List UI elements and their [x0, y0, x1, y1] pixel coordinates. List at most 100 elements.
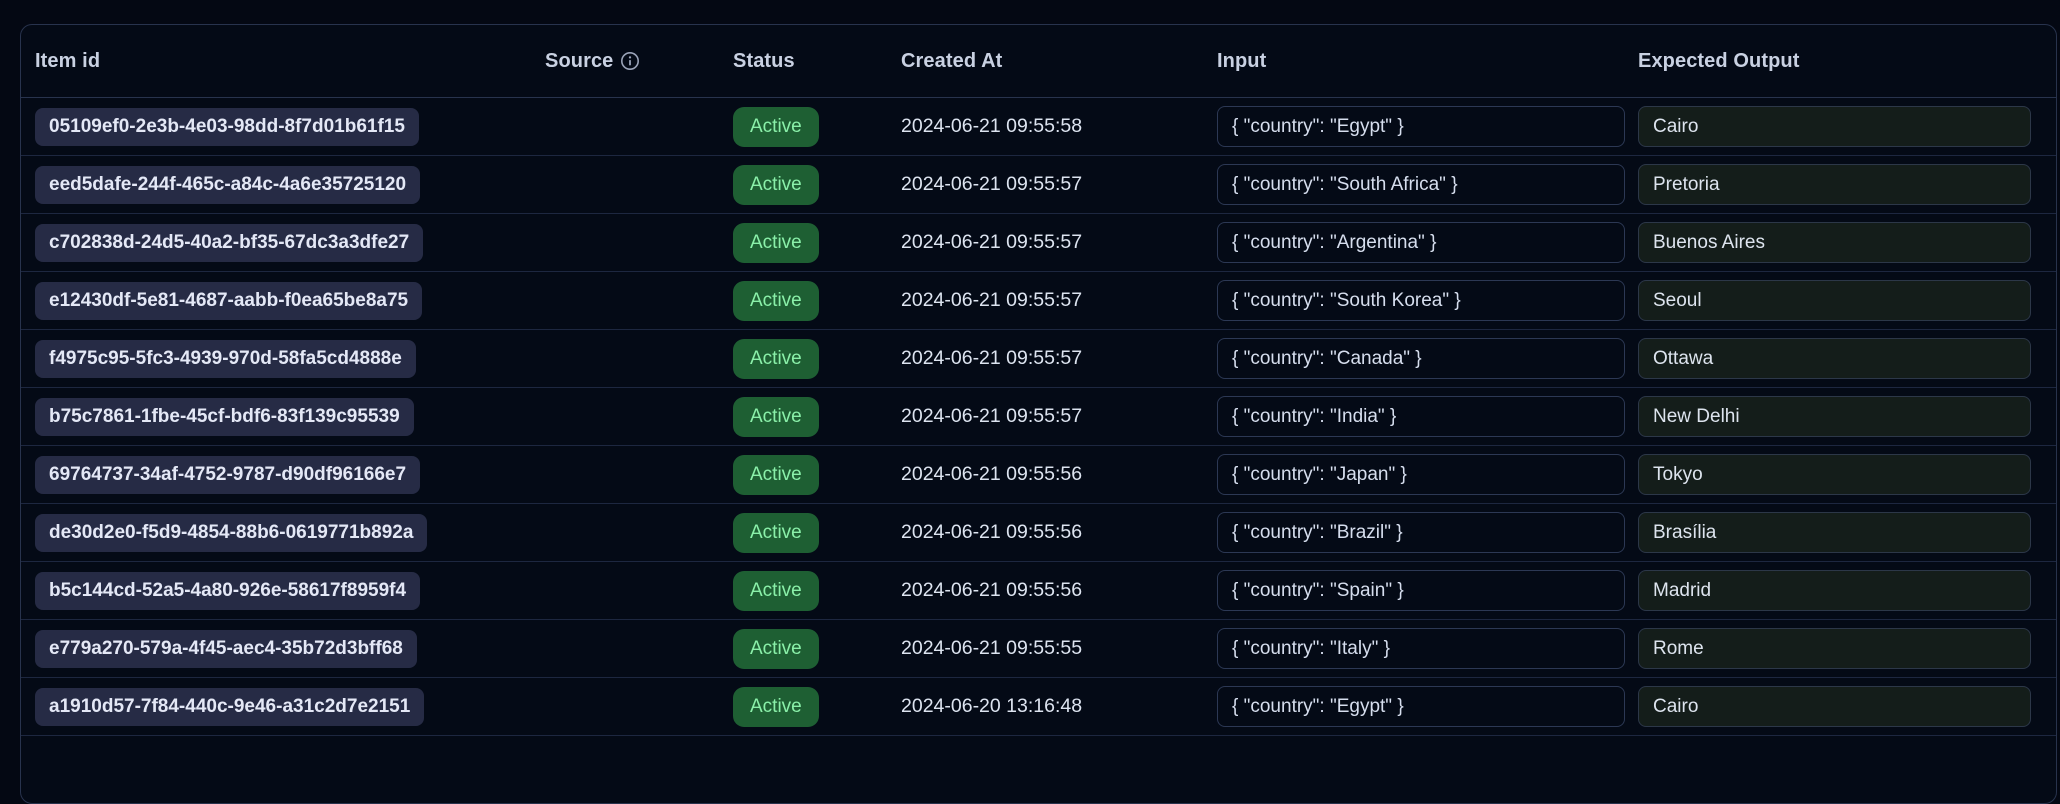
input-value-box[interactable]: { "country": "Egypt" } [1217, 686, 1625, 727]
created-at-cell: 2024-06-20 13:16:48 [901, 695, 1217, 718]
item-id-pill[interactable]: b75c7861-1fbe-45cf-bdf6-83f139c95539 [35, 398, 414, 436]
input-value-box[interactable]: { "country": "South Korea" } [1217, 280, 1625, 321]
created-at-value: 2024-06-21 09:55:56 [901, 579, 1082, 602]
expected-output-cell: Cairo [1638, 686, 2044, 727]
input-value-box[interactable]: { "country": "Spain" } [1217, 570, 1625, 611]
created-at-cell: 2024-06-21 09:55:57 [901, 405, 1217, 428]
input-value-box[interactable]: { "country": "Canada" } [1217, 338, 1625, 379]
expected-output-cell: Buenos Aires [1638, 222, 2044, 263]
status-badge: Active [733, 281, 819, 321]
table-row[interactable]: 69764737-34af-4752-9787-d90df96166e7 Act… [21, 446, 2056, 504]
input-cell: { "country": "Japan" } [1217, 454, 1638, 495]
table-row[interactable]: 05109ef0-2e3b-4e03-98dd-8f7d01b61f15 Act… [21, 98, 2056, 156]
item-id-pill[interactable]: e779a270-579a-4f45-aec4-35b72d3bff68 [35, 630, 417, 668]
status-cell: Active [733, 571, 901, 611]
item-id-pill[interactable]: c702838d-24d5-40a2-bf35-67dc3a3dfe27 [35, 224, 423, 262]
item-id-cell: eed5dafe-244f-465c-a84c-4a6e35725120 [35, 166, 545, 204]
created-at-cell: 2024-06-21 09:55:57 [901, 231, 1217, 254]
table-row[interactable]: a1910d57-7f84-440c-9e46-a31c2d7e2151 Act… [21, 678, 2056, 736]
input-cell: { "country": "Italy" } [1217, 628, 1638, 669]
status-cell: Active [733, 107, 901, 147]
input-value-box[interactable]: { "country": "Brazil" } [1217, 512, 1625, 553]
item-id-pill[interactable]: 69764737-34af-4752-9787-d90df96166e7 [35, 456, 420, 494]
created-at-cell: 2024-06-21 09:55:56 [901, 463, 1217, 486]
created-at-cell: 2024-06-21 09:55:57 [901, 347, 1217, 370]
expected-output-value-box[interactable]: Pretoria [1638, 164, 2031, 205]
column-header-input[interactable]: Input [1217, 50, 1638, 73]
expected-output-value-box[interactable]: New Delhi [1638, 396, 2031, 437]
item-id-pill[interactable]: f4975c95-5fc3-4939-970d-58fa5cd4888e [35, 340, 416, 378]
expected-output-value-box[interactable]: Ottawa [1638, 338, 2031, 379]
status-badge: Active [733, 165, 819, 205]
created-at-value: 2024-06-20 13:16:48 [901, 695, 1082, 718]
input-cell: { "country": "India" } [1217, 396, 1638, 437]
expected-output-value-box[interactable]: Brasília [1638, 512, 2031, 553]
input-cell: { "country": "Brazil" } [1217, 512, 1638, 553]
table-row[interactable]: f4975c95-5fc3-4939-970d-58fa5cd4888e Act… [21, 330, 2056, 388]
table-row[interactable]: b75c7861-1fbe-45cf-bdf6-83f139c95539 Act… [21, 388, 2056, 446]
item-id-cell: de30d2e0-f5d9-4854-88b6-0619771b892a [35, 514, 545, 552]
column-header-item-id[interactable]: Item id [35, 50, 545, 73]
status-badge: Active [733, 455, 819, 495]
status-badge: Active [733, 687, 819, 727]
expected-output-cell: New Delhi [1638, 396, 2044, 437]
item-id-cell: b75c7861-1fbe-45cf-bdf6-83f139c95539 [35, 398, 545, 436]
table-row[interactable]: b5c144cd-52a5-4a80-926e-58617f8959f4 Act… [21, 562, 2056, 620]
created-at-value: 2024-06-21 09:55:57 [901, 405, 1082, 428]
created-at-value: 2024-06-21 09:55:57 [901, 289, 1082, 312]
item-id-pill[interactable]: b5c144cd-52a5-4a80-926e-58617f8959f4 [35, 572, 420, 610]
column-header-source[interactable]: Source [545, 50, 733, 73]
created-at-cell: 2024-06-21 09:55:57 [901, 173, 1217, 196]
item-id-pill[interactable]: a1910d57-7f84-440c-9e46-a31c2d7e2151 [35, 688, 424, 726]
table-row[interactable]: e12430df-5e81-4687-aabb-f0ea65be8a75 Act… [21, 272, 2056, 330]
created-at-value: 2024-06-21 09:55:56 [901, 463, 1082, 486]
column-header-label: Created At [901, 50, 1002, 73]
expected-output-value-box[interactable]: Buenos Aires [1638, 222, 2031, 263]
input-value-box[interactable]: { "country": "Japan" } [1217, 454, 1625, 495]
column-header-created-at[interactable]: Created At [901, 50, 1217, 73]
table-row[interactable]: c702838d-24d5-40a2-bf35-67dc3a3dfe27 Act… [21, 214, 2056, 272]
item-id-cell: c702838d-24d5-40a2-bf35-67dc3a3dfe27 [35, 224, 545, 262]
item-id-pill[interactable]: eed5dafe-244f-465c-a84c-4a6e35725120 [35, 166, 420, 204]
created-at-cell: 2024-06-21 09:55:57 [901, 289, 1217, 312]
status-cell: Active [733, 455, 901, 495]
table-row[interactable]: de30d2e0-f5d9-4854-88b6-0619771b892a Act… [21, 504, 2056, 562]
column-header-label: Source [545, 50, 613, 73]
input-value-box[interactable]: { "country": "South Africa" } [1217, 164, 1625, 205]
column-header-expected-output[interactable]: Expected Output [1638, 50, 2044, 73]
expected-output-cell: Pretoria [1638, 164, 2044, 205]
expected-output-value-box[interactable]: Cairo [1638, 686, 2031, 727]
status-cell: Active [733, 513, 901, 553]
expected-output-value-box[interactable]: Tokyo [1638, 454, 2031, 495]
expected-output-cell: Tokyo [1638, 454, 2044, 495]
item-id-pill[interactable]: e12430df-5e81-4687-aabb-f0ea65be8a75 [35, 282, 422, 320]
input-value-box[interactable]: { "country": "Argentina" } [1217, 222, 1625, 263]
created-at-cell: 2024-06-21 09:55:58 [901, 115, 1217, 138]
table-body: 05109ef0-2e3b-4e03-98dd-8f7d01b61f15 Act… [21, 98, 2056, 736]
expected-output-value-box[interactable]: Cairo [1638, 106, 2031, 147]
status-cell: Active [733, 281, 901, 321]
input-value-box[interactable]: { "country": "Italy" } [1217, 628, 1625, 669]
item-id-pill[interactable]: de30d2e0-f5d9-4854-88b6-0619771b892a [35, 514, 427, 552]
item-id-pill[interactable]: 05109ef0-2e3b-4e03-98dd-8f7d01b61f15 [35, 108, 419, 146]
info-icon[interactable] [620, 51, 640, 71]
input-value-box[interactable]: { "country": "Egypt" } [1217, 106, 1625, 147]
table-row[interactable]: e779a270-579a-4f45-aec4-35b72d3bff68 Act… [21, 620, 2056, 678]
status-badge: Active [733, 397, 819, 437]
column-header-status[interactable]: Status [733, 50, 901, 73]
created-at-value: 2024-06-21 09:55:57 [901, 231, 1082, 254]
expected-output-value-box[interactable]: Rome [1638, 628, 2031, 669]
expected-output-value-box[interactable]: Seoul [1638, 280, 2031, 321]
created-at-cell: 2024-06-21 09:55:56 [901, 521, 1217, 544]
status-badge: Active [733, 223, 819, 263]
expected-output-value-box[interactable]: Madrid [1638, 570, 2031, 611]
column-header-label: Input [1217, 50, 1266, 73]
table-row[interactable]: eed5dafe-244f-465c-a84c-4a6e35725120 Act… [21, 156, 2056, 214]
status-cell: Active [733, 629, 901, 669]
item-id-cell: f4975c95-5fc3-4939-970d-58fa5cd4888e [35, 340, 545, 378]
status-badge: Active [733, 513, 819, 553]
input-cell: { "country": "Egypt" } [1217, 106, 1638, 147]
input-value-box[interactable]: { "country": "India" } [1217, 396, 1625, 437]
status-cell: Active [733, 339, 901, 379]
status-badge: Active [733, 571, 819, 611]
